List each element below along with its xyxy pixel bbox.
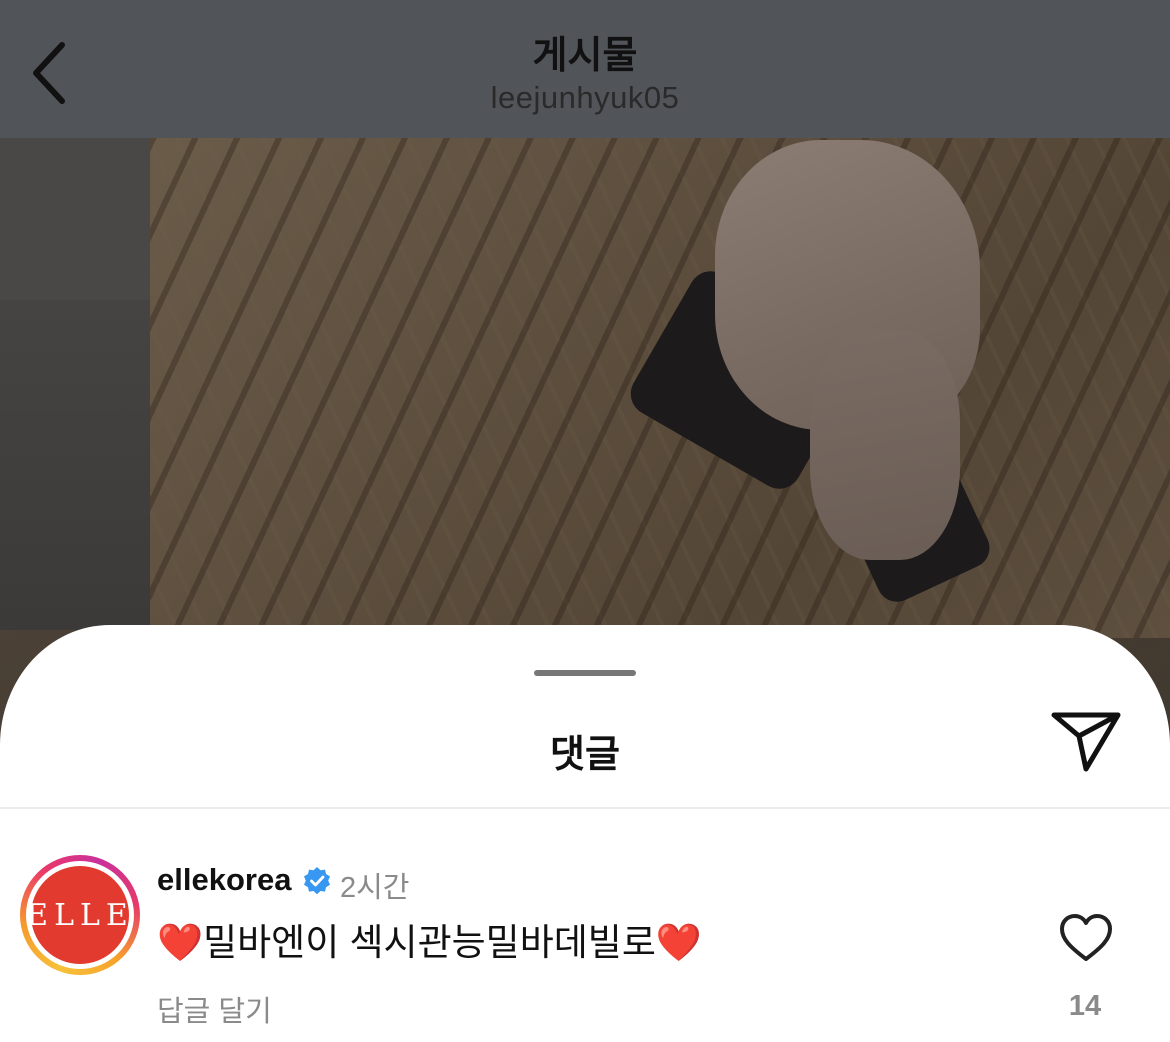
comment-timestamp: 2시간 [340, 872, 410, 904]
photo-wrist [810, 330, 960, 560]
reply-button[interactable]: 답글 달기 [157, 988, 272, 1030]
sheet-title: 댓글 [550, 734, 620, 776]
photo-background-wall [0, 138, 170, 308]
like-button[interactable] [1058, 912, 1114, 964]
sheet-divider [0, 807, 1170, 809]
sheet-grabber-handle[interactable] [534, 670, 636, 676]
post-author-username[interactable]: leejunhyuk05 [0, 80, 1170, 116]
comment-username[interactable]: ellekorea [157, 862, 291, 898]
comments-sheet: 댓글 [0, 625, 1170, 1042]
top-header: 게시물 leejunhyuk05 [0, 0, 1170, 138]
comment-text: ❤️밀바엔이 섹시관능밀바데빌로❤️ [157, 922, 702, 963]
elle-logo-avatar: ELLE [26, 866, 129, 964]
paper-plane-icon [1051, 712, 1121, 772]
like-count: 14 [1068, 990, 1102, 1022]
avatar[interactable]: ELLE [20, 855, 140, 975]
share-button[interactable] [1048, 709, 1124, 775]
photo-background-wall-lower [0, 300, 170, 630]
page-title: 게시물 [532, 35, 638, 77]
verified-badge-icon [304, 867, 330, 895]
heart-outline-icon [1060, 914, 1112, 961]
